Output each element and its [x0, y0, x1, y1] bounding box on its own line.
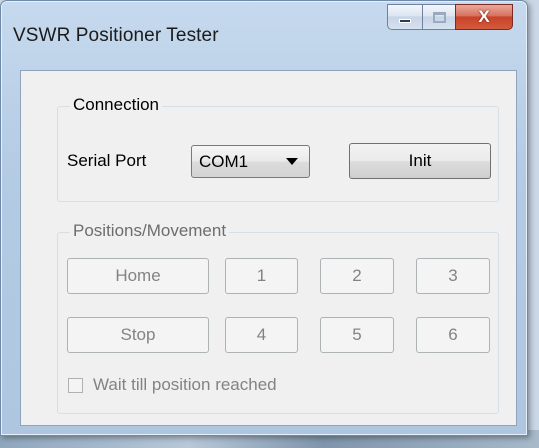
- position-3-button[interactable]: 3: [416, 258, 490, 294]
- maximize-button[interactable]: [422, 4, 455, 30]
- position-2-button[interactable]: 2: [320, 258, 394, 294]
- position-6-button[interactable]: 6: [416, 317, 490, 353]
- client-area: Connection Serial Port COM1 Init Positio…: [20, 70, 517, 426]
- position-5-button[interactable]: 5: [320, 317, 394, 353]
- app-window: VSWR Positioner Tester X Connection Seri…: [0, 0, 528, 436]
- position-4-button[interactable]: 4: [225, 317, 298, 353]
- caption-buttons: X: [387, 4, 513, 30]
- serial-port-select[interactable]: COM1: [191, 145, 310, 178]
- home-button[interactable]: Home: [67, 258, 209, 294]
- maximize-icon: [432, 11, 446, 23]
- wait-till-position-label: Wait till position reached: [93, 375, 277, 394]
- wait-till-position-checkbox[interactable]: [68, 378, 83, 393]
- positions-movement-group-label: Positions/Movement: [70, 221, 230, 241]
- connection-group: Connection Serial Port COM1 Init: [57, 95, 499, 202]
- window-title: VSWR Positioner Tester: [13, 25, 219, 46]
- close-button[interactable]: X: [455, 4, 513, 30]
- minimize-button[interactable]: [387, 4, 422, 30]
- serial-port-value: COM1: [199, 151, 249, 171]
- close-icon: X: [478, 7, 490, 26]
- minimize-icon: [399, 19, 411, 23]
- stop-button[interactable]: Stop: [67, 317, 209, 353]
- position-1-button[interactable]: 1: [225, 258, 298, 294]
- serial-port-label: Serial Port: [67, 151, 147, 170]
- chevron-down-icon: [286, 158, 298, 165]
- positions-movement-group: Positions/Movement Home 1 2 3 Stop 4 5 6…: [57, 221, 499, 414]
- connection-group-label: Connection: [70, 95, 163, 115]
- init-button[interactable]: Init: [349, 143, 491, 179]
